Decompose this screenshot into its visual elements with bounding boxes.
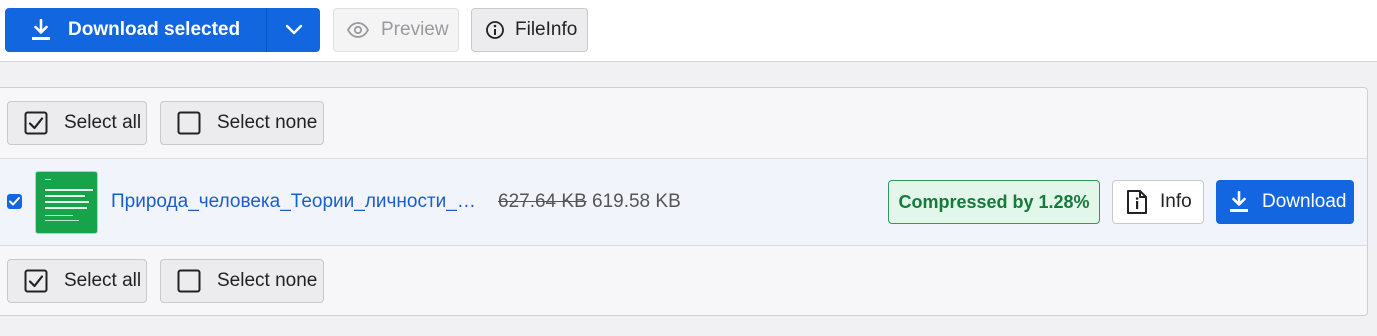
download-selected-label: Download selected <box>68 19 241 40</box>
download-selected-button[interactable]: Download selected <box>5 8 266 52</box>
eye-icon <box>347 22 369 38</box>
selection-controls-top: Select all Select none <box>0 88 1367 158</box>
download-options-toggle[interactable] <box>266 8 320 52</box>
file-name-link[interactable]: Природа_человека_Теории_личности_со… <box>111 191 478 213</box>
select-none-button[interactable]: Select none <box>160 101 324 145</box>
chevron-down-icon <box>285 24 303 36</box>
compression-badge: Compressed by 1.28% <box>888 180 1100 224</box>
selection-controls-bottom: Select all Select none <box>0 246 1367 316</box>
file-select-checkbox[interactable] <box>7 194 22 209</box>
fileinfo-button[interactable]: FileInfo <box>471 8 588 52</box>
checkbox-empty-icon <box>177 111 201 135</box>
file-info-button[interactable]: Info <box>1112 180 1204 224</box>
select-all-button[interactable]: Select all <box>7 259 147 303</box>
download-icon <box>31 19 51 41</box>
select-none-label: Select none <box>217 112 318 133</box>
preview-label: Preview <box>381 19 449 40</box>
file-info-icon <box>1126 189 1148 215</box>
checkbox-checked-icon <box>24 111 48 135</box>
file-list-panel: Select all Select none Природа_человека_… <box>0 87 1368 316</box>
checkbox-empty-icon <box>177 269 201 293</box>
preview-button[interactable]: Preview <box>333 8 459 52</box>
info-label: Info <box>1160 191 1192 212</box>
select-all-button[interactable]: Select all <box>7 101 147 145</box>
fileinfo-label: FileInfo <box>515 19 578 40</box>
file-thumbnail[interactable] <box>35 171 98 234</box>
select-all-label: Select all <box>64 112 142 133</box>
file-row: Природа_человека_Теории_личности_со… 627… <box>0 158 1367 246</box>
checkbox-checked-icon <box>24 269 48 293</box>
top-toolbar: Download selected Preview FileInfo <box>0 0 1377 62</box>
compression-label: Compressed by 1.28% <box>898 191 1090 212</box>
download-button[interactable]: Download <box>1216 180 1354 224</box>
download-label: Download <box>1262 191 1347 212</box>
select-all-label: Select all <box>64 270 142 291</box>
download-icon <box>1229 191 1249 213</box>
original-size: 627.64 KB <box>498 191 587 212</box>
select-none-button[interactable]: Select none <box>160 259 324 303</box>
info-circle-icon <box>485 20 505 40</box>
select-none-label: Select none <box>217 270 318 291</box>
compressed-size: 619.58 KB <box>592 191 681 212</box>
